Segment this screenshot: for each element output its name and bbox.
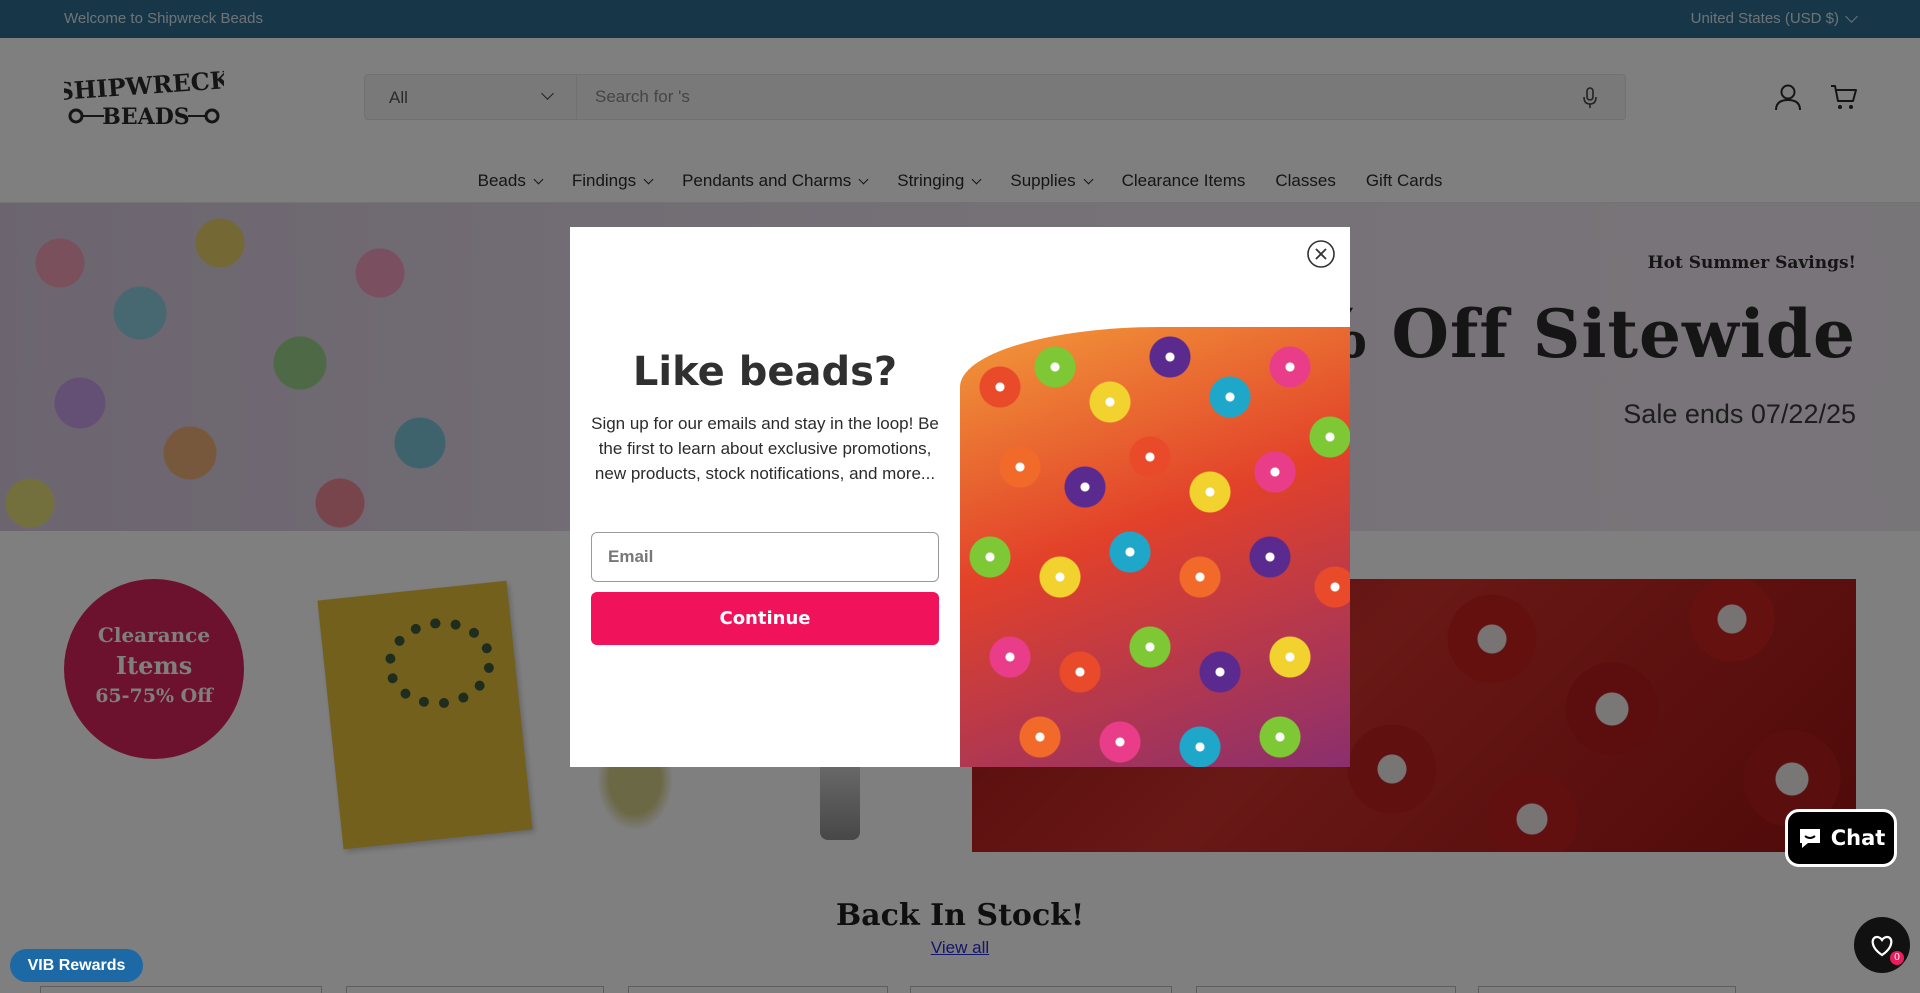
chat-label: Chat xyxy=(1830,826,1886,850)
beads-photo xyxy=(960,227,1350,767)
heart-icon xyxy=(1871,935,1893,957)
wishlist-count: 0 xyxy=(1890,951,1904,965)
continue-button[interactable]: Continue xyxy=(591,592,939,645)
chat-bubble-icon xyxy=(1799,829,1820,848)
bead-pile-image xyxy=(960,327,1350,767)
wishlist-button[interactable]: 0 xyxy=(1854,917,1910,973)
email-field[interactable] xyxy=(591,532,939,582)
modal-description: Sign up for our emails and stay in the l… xyxy=(591,414,939,483)
modal-title: Like beads? xyxy=(632,349,898,395)
chat-button[interactable]: Chat xyxy=(1785,809,1897,867)
email-signup-modal: Like beads? Sign up for our emails and s… xyxy=(570,227,1350,767)
close-icon[interactable] xyxy=(1306,239,1336,269)
vib-rewards-button[interactable]: VIB Rewards xyxy=(10,949,143,982)
